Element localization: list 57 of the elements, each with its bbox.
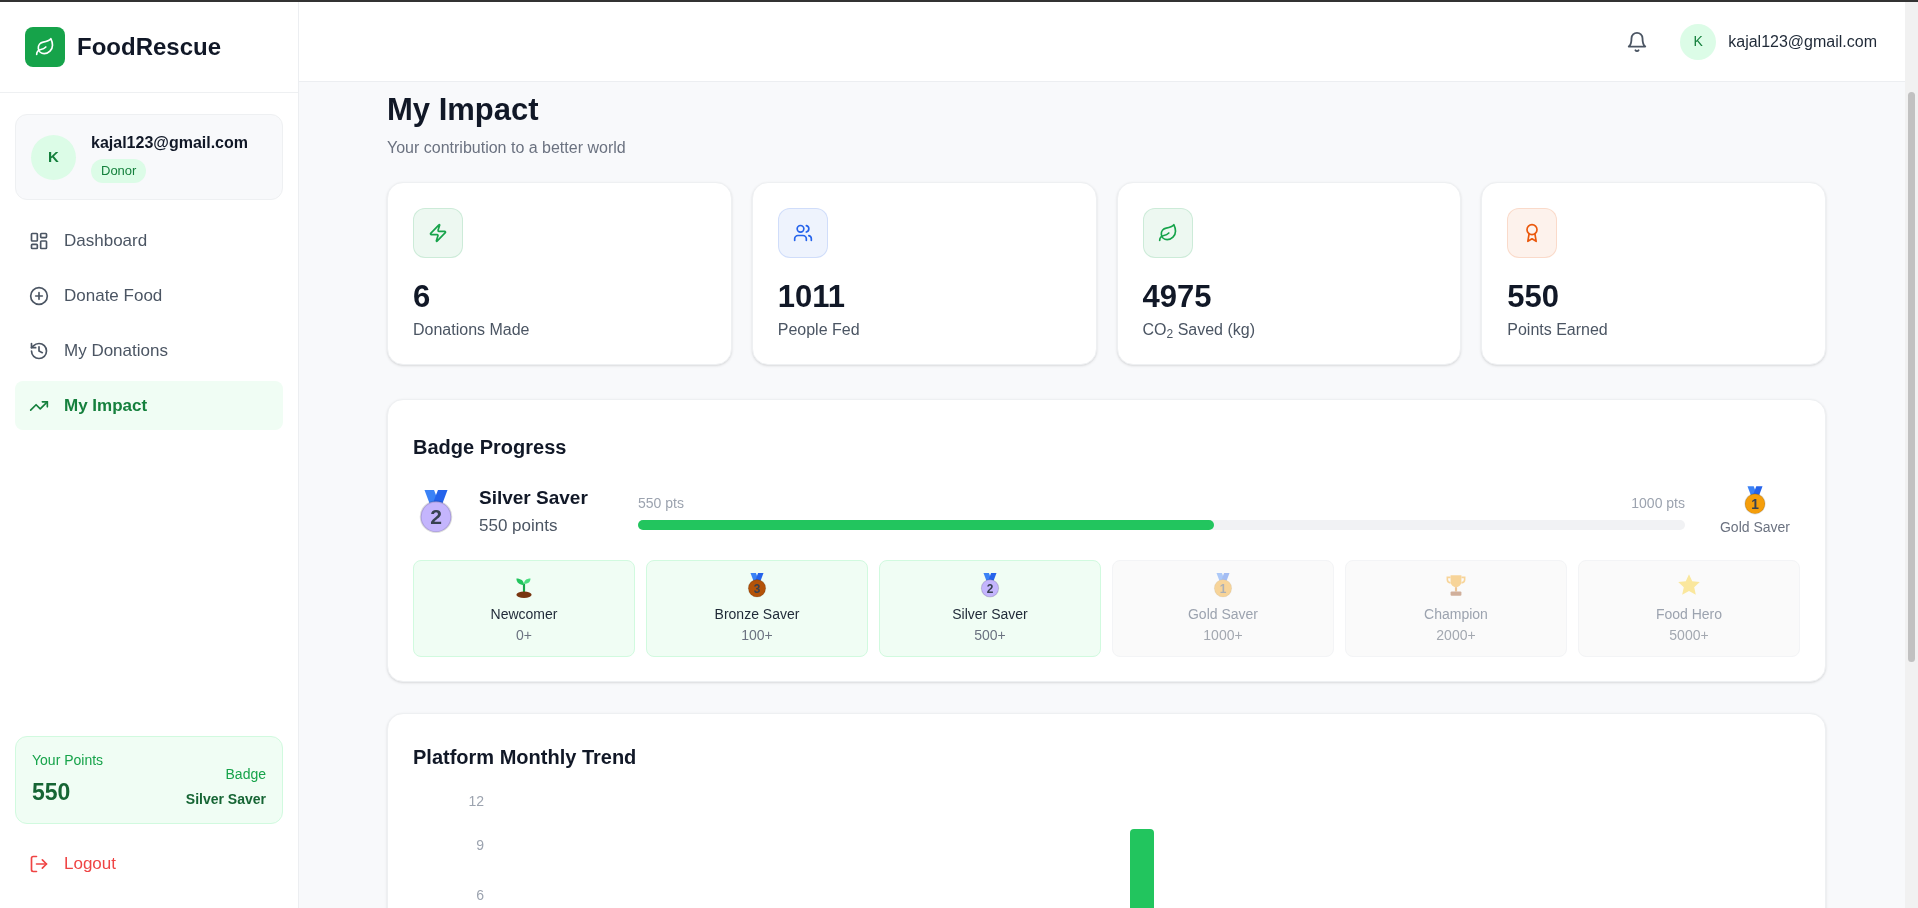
history-icon	[29, 340, 49, 361]
badge-tile-name: Newcomer	[490, 604, 558, 624]
card-title: Badge Progress	[413, 435, 568, 460]
user-email: kajal123@gmail.com	[91, 133, 248, 154]
badge-tile-name: Bronze Saver	[714, 604, 800, 624]
stat-label: People Fed	[777, 320, 861, 340]
badge-tile-threshold: 500+	[974, 625, 1006, 645]
stat-label: Donations Made	[413, 320, 531, 340]
users-icon	[792, 223, 813, 243]
badge-tile-name: Gold Saver	[1187, 604, 1258, 624]
leaf-icon	[1157, 223, 1178, 243]
badge-label: Badge	[225, 765, 266, 784]
badge-tile-name: Food Hero	[1655, 604, 1723, 624]
points-value: 550	[32, 778, 72, 808]
nav-item[interactable]: Donate Food	[15, 271, 283, 320]
brand-name: FoodRescue	[77, 32, 222, 62]
stat-value: 1011	[777, 278, 846, 316]
axis-tick-label: 6	[476, 887, 484, 903]
card-title: Platform Monthly Trend	[413, 745, 638, 770]
badge-points: 550 points	[479, 514, 559, 537]
badge-tile-threshold: 5000+	[1669, 625, 1709, 645]
badge-name: Silver Saver	[479, 486, 588, 510]
dashboard-icon	[29, 230, 49, 251]
logout-link[interactable]: Logout	[15, 842, 283, 886]
avatar: K	[31, 134, 76, 180]
next-badge-name: Gold Saver	[1719, 517, 1790, 537]
badge-name: Silver Saver	[185, 790, 266, 809]
nav-item[interactable]: My Impact	[15, 381, 283, 430]
stat-value: 6	[413, 278, 432, 316]
stat-value: 550	[1507, 278, 1560, 316]
page-title: My Impact	[387, 91, 540, 129]
axis-tick-label: 9	[476, 837, 484, 853]
badge-tile-name: Silver Saver	[952, 604, 1028, 624]
scrollbar[interactable]	[1905, 2, 1918, 908]
nav-item[interactable]: My Donations	[15, 326, 283, 375]
badge-tile-threshold: 100+	[741, 625, 773, 645]
user-email: kajal123@gmail.com	[1728, 31, 1877, 52]
stat-value: 4975	[1142, 278, 1213, 316]
progress-start-label: 550 pts	[638, 493, 684, 513]
badge-tile-threshold: 2000+	[1436, 625, 1476, 645]
plus-circle-icon	[29, 285, 49, 306]
badge-tile-name: Champion	[1424, 604, 1488, 624]
points-label: Your Points	[32, 751, 104, 771]
bell-icon	[1626, 30, 1649, 53]
badge-tile-threshold: 1000+	[1203, 625, 1243, 645]
stat-label: Points Earned	[1507, 320, 1609, 340]
avatar: K	[1680, 23, 1717, 60]
role-badge: Donor	[91, 159, 147, 183]
logout-icon	[29, 854, 49, 874]
stat-label: CO$_{2}$ Saved (kg)	[1142, 320, 1256, 342]
badge-tile-threshold: 0+	[516, 625, 532, 645]
bolt-icon	[428, 223, 448, 243]
nav-item[interactable]: Dashboard	[15, 216, 283, 265]
axis-tick-label: 12	[468, 793, 484, 809]
leaf-icon	[35, 37, 55, 57]
progress-end-label: 1000 pts	[1631, 493, 1685, 513]
page-subtitle: Your contribution to a better world	[387, 138, 627, 158]
